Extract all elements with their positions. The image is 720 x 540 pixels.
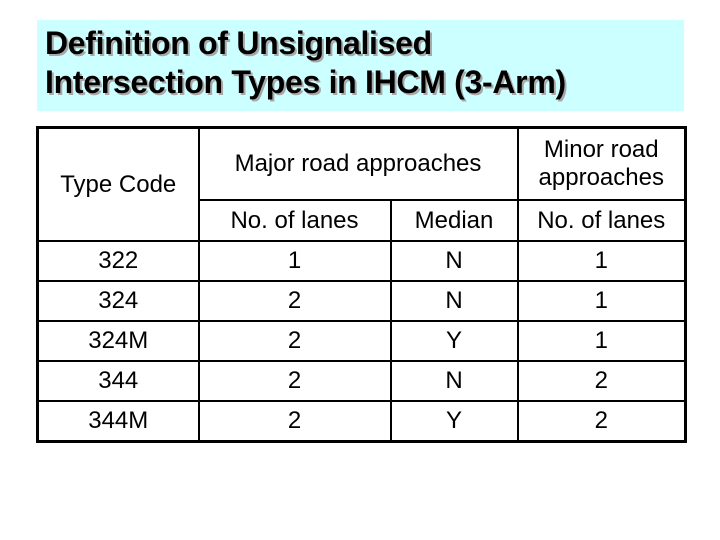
header-row-group: Type Code Major road approaches Minor ro…: [36, 126, 687, 242]
cell-minor-lanes: 1: [516, 320, 687, 362]
cell-median: Y: [389, 400, 519, 443]
cell-minor-lanes: 2: [516, 360, 687, 402]
cell-major-lanes: 1: [197, 240, 392, 282]
cell-type-code: 344M: [36, 400, 200, 443]
title-line-1: Definition of Unsignalised: [45, 25, 432, 61]
intersection-types-table: Type Code Major road approaches Minor ro…: [36, 126, 687, 443]
table-row: 344 2 N 2: [36, 360, 687, 402]
cell-type-code: 322: [36, 240, 200, 282]
title-line-2: Intersection Types in IHCM (3-Arm): [45, 64, 566, 100]
header-minor-line-2: approaches: [538, 164, 664, 191]
table-row: 324 2 N 1: [36, 280, 687, 322]
table-row: 324M 2 Y 1: [36, 320, 687, 362]
cell-type-code: 324: [36, 280, 200, 322]
header-median: Median: [389, 199, 519, 242]
header-minor-road-approaches: Minor road approaches: [516, 126, 687, 201]
cell-median: Y: [389, 320, 519, 362]
table-row: 344M 2 Y 2: [36, 400, 687, 443]
cell-major-lanes: 2: [197, 400, 392, 443]
cell-median: N: [389, 240, 519, 282]
header-major-lanes: No. of lanes: [197, 199, 392, 242]
header-minor-lanes: No. of lanes: [516, 199, 687, 242]
slide-title: Definition of Unsignalised Intersection …: [37, 20, 684, 111]
cell-minor-lanes: 1: [516, 280, 687, 322]
header-major-road-approaches: Major road approaches: [197, 126, 519, 201]
header-type-code: Type Code: [36, 126, 200, 242]
cell-minor-lanes: 2: [516, 400, 687, 443]
cell-type-code: 324M: [36, 320, 200, 362]
cell-major-lanes: 2: [197, 320, 392, 362]
cell-median: N: [389, 360, 519, 402]
header-minor-line-1: Minor road: [543, 136, 659, 163]
cell-type-code: 344: [36, 360, 200, 402]
table-row: 322 1 N 1: [36, 240, 687, 282]
cell-major-lanes: 2: [197, 280, 392, 322]
cell-median: N: [389, 280, 519, 322]
cell-major-lanes: 2: [197, 360, 392, 402]
cell-minor-lanes: 1: [516, 240, 687, 282]
